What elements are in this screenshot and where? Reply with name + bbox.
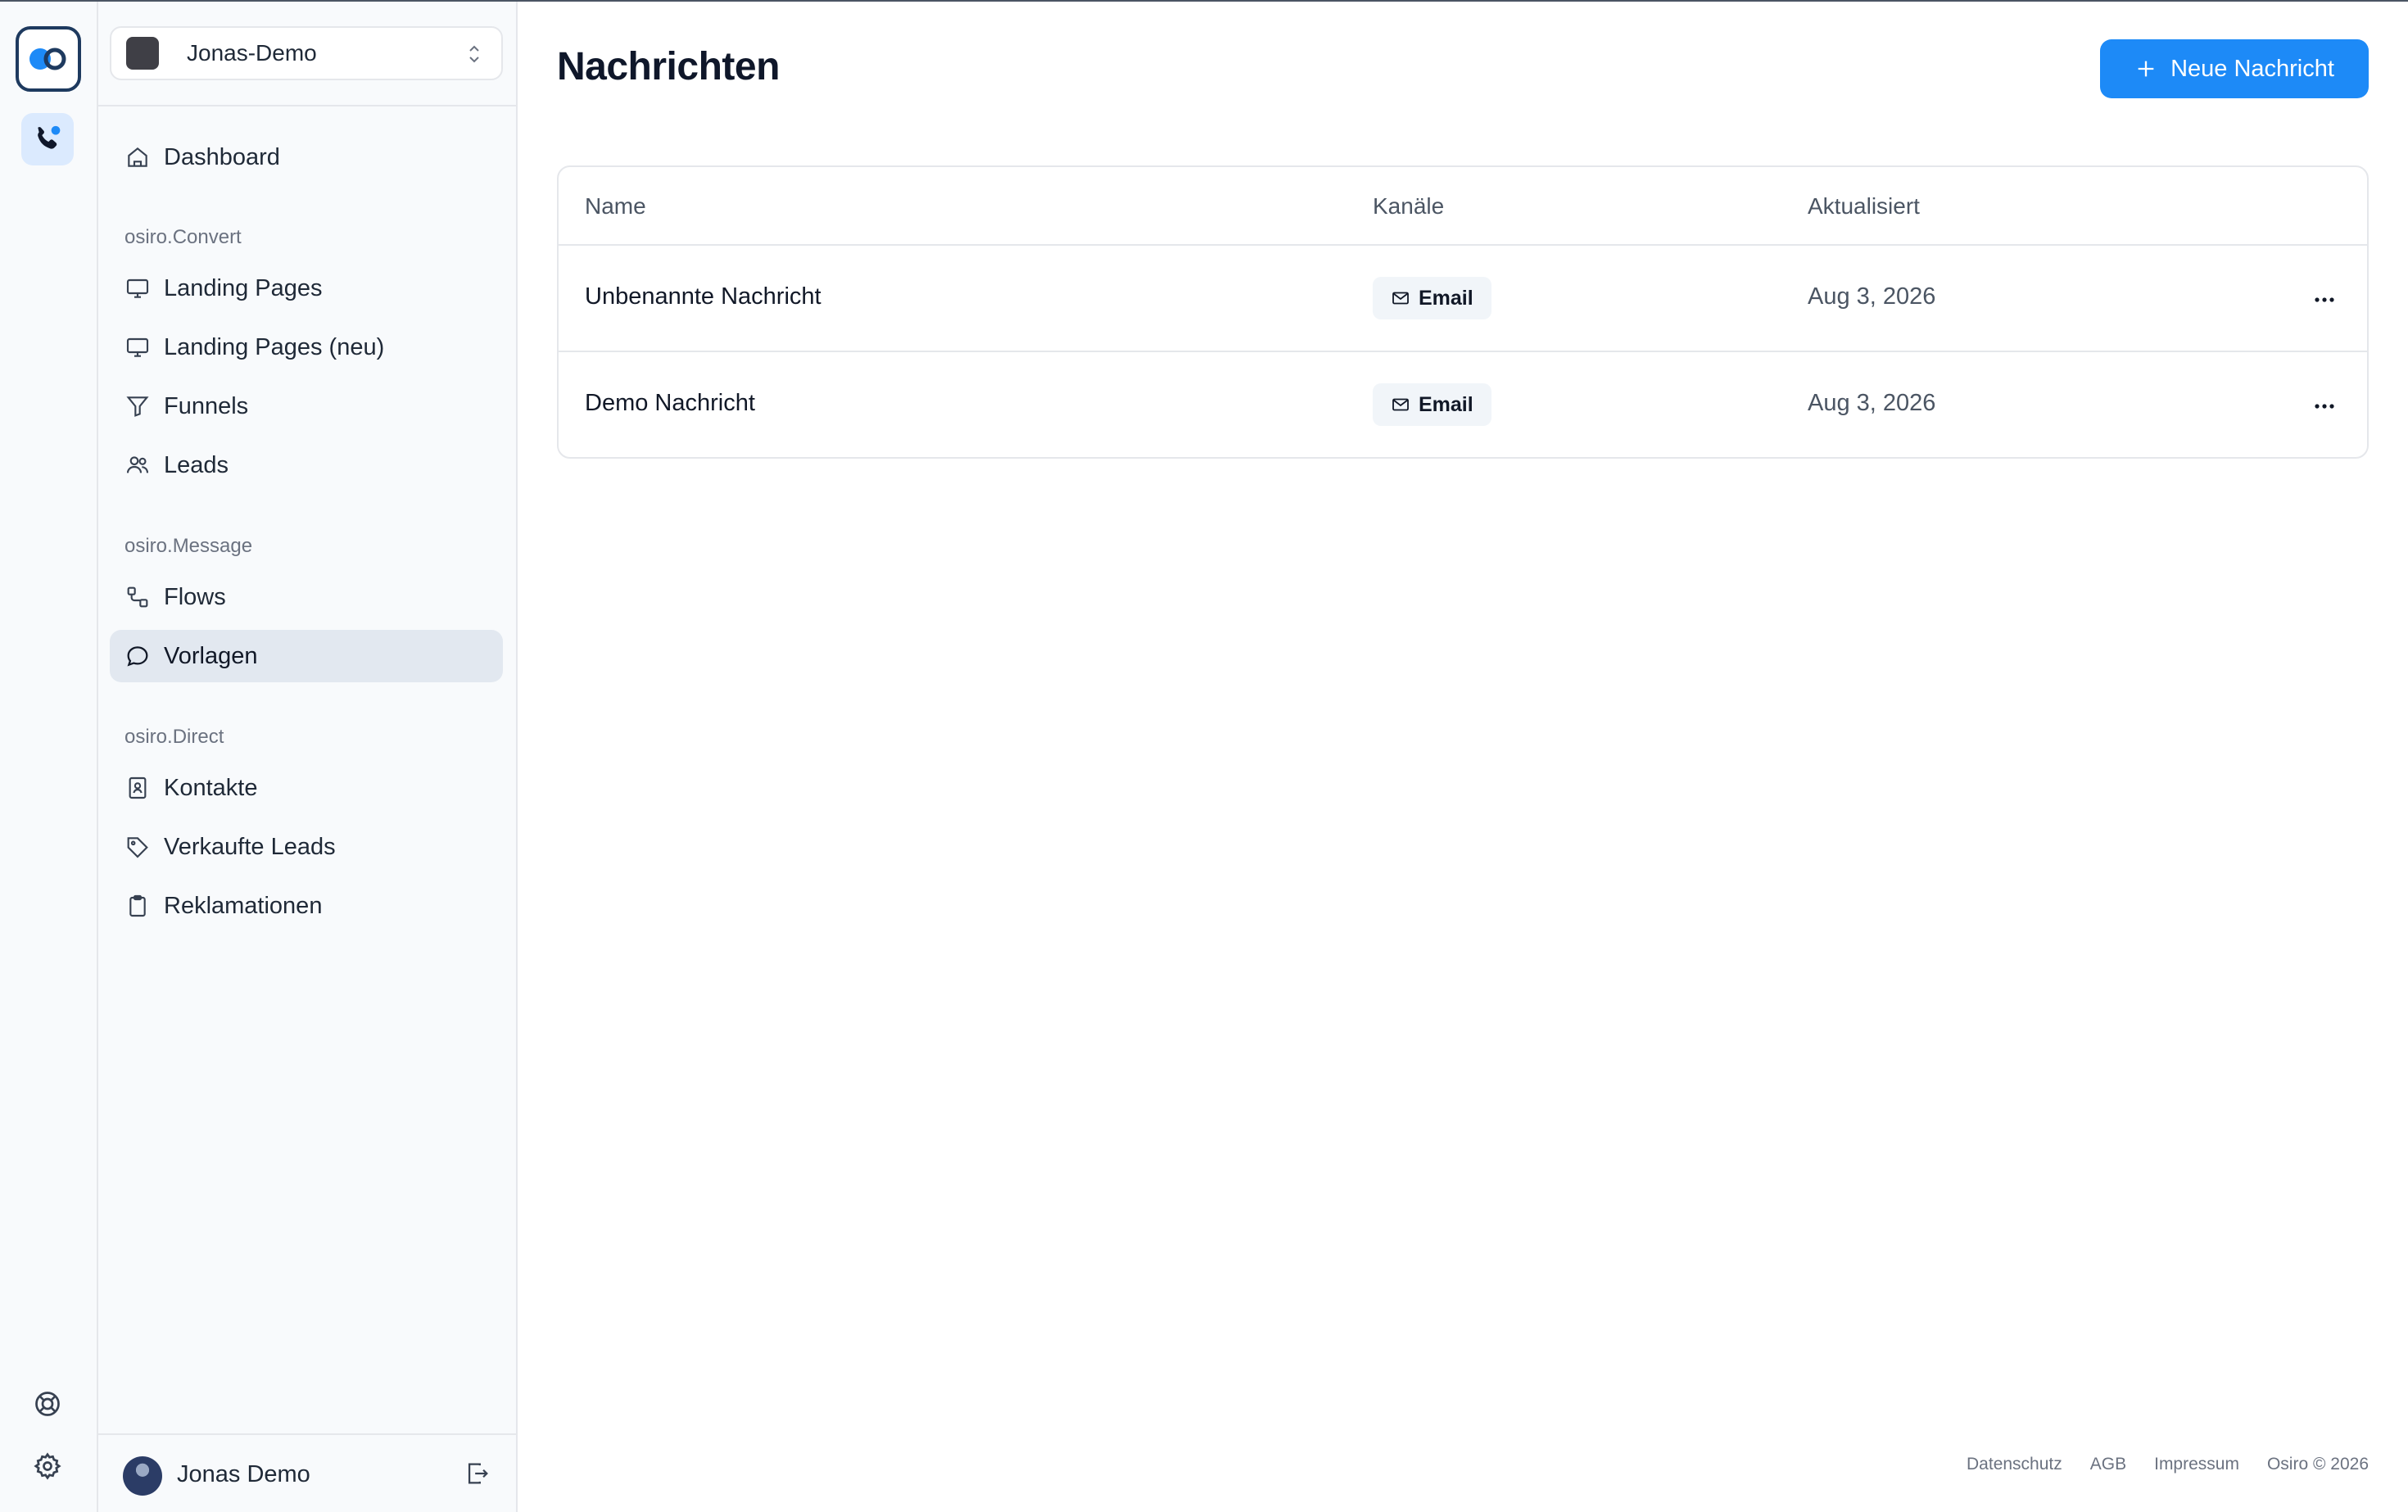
sidebar-item-label: Dashboard <box>164 143 280 170</box>
sidebar-item-leads[interactable]: Leads <box>110 439 503 491</box>
channel-badge: Email <box>1373 383 1491 426</box>
mail-icon <box>1392 398 1409 411</box>
phone-app-button[interactable] <box>21 113 74 165</box>
workspace-switcher[interactable]: Jonas-Demo <box>110 26 503 80</box>
logout-icon[interactable] <box>464 1460 491 1487</box>
updated-date: Aug 3, 2026 <box>1808 390 1936 416</box>
channel-badge: Email <box>1373 277 1491 319</box>
table-header: Name Kanäle Aktualisiert <box>559 167 2367 246</box>
sidebar-item-label: Flows <box>164 583 226 610</box>
sidebar-item-landing-pages-neu[interactable]: Landing Pages (neu) <box>110 321 503 373</box>
sidebar-item-label: Reklamationen <box>164 892 323 919</box>
sidebar-item-vorlagen[interactable]: Vorlagen <box>110 630 503 682</box>
message-name[interactable]: Demo Nachricht <box>585 390 755 417</box>
channel-label: Email <box>1419 392 1473 416</box>
sidebar-item-landing-pages[interactable]: Landing Pages <box>110 262 503 315</box>
home-icon <box>128 147 147 167</box>
sidebar-item-label: Landing Pages <box>164 274 323 301</box>
updated-date: Aug 3, 2026 <box>1808 283 1936 310</box>
sidebar: Jonas-Demo Dashboard osiro.Convert Landi… <box>98 2 518 1512</box>
user-menu: Jonas Demo <box>98 1433 516 1512</box>
page-title: Nachrichten <box>557 45 780 88</box>
plus-icon <box>2138 61 2154 77</box>
monitor-icon <box>126 337 149 357</box>
sidebar-divider <box>98 105 516 106</box>
table-row[interactable]: Unbenannte Nachricht Email Aug 3, 2026 <box>559 246 2367 352</box>
copyright-text: Osiro © 2026 <box>2266 1455 2369 1474</box>
new-message-label: Neue Nachricht <box>2170 55 2334 82</box>
mail-icon <box>1392 292 1409 305</box>
section-title-direct: osiro.Direct <box>124 726 224 748</box>
phone-icon <box>38 125 61 149</box>
sidebar-item-label: Leads <box>164 451 229 478</box>
new-message-button[interactable]: Neue Nachricht <box>2100 39 2369 98</box>
footer-links: Datenschutz AGB Impressum Osiro © 2026 <box>1967 1455 2369 1474</box>
gear-icon <box>34 1452 61 1480</box>
funnel-icon <box>126 396 149 417</box>
sidebar-item-label: Landing Pages (neu) <box>164 333 385 360</box>
table-row[interactable]: Demo Nachricht Email Aug 3, 2026 <box>559 352 2367 457</box>
user-name[interactable]: Jonas Demo <box>177 1461 310 1488</box>
sidebar-item-label: Kontakte <box>164 774 258 801</box>
imprint-link[interactable]: Impressum <box>2154 1455 2239 1474</box>
terms-link[interactable]: AGB <box>2090 1455 2126 1474</box>
monitor-icon <box>126 278 149 298</box>
sidebar-item-label: Funnels <box>164 392 249 419</box>
tag-icon <box>127 837 148 858</box>
sidebar-item-reklamationen[interactable]: Reklamationen <box>110 880 503 932</box>
flow-icon <box>127 586 148 608</box>
contact-book-icon <box>129 776 147 799</box>
privacy-link[interactable]: Datenschutz <box>1967 1455 2062 1474</box>
osiro-logo[interactable] <box>16 26 81 92</box>
messages-table: Name Kanäle Aktualisiert Unbenannte Nach… <box>557 165 2369 459</box>
settings-button[interactable] <box>31 1450 64 1483</box>
sidebar-item-flows[interactable]: Flows <box>110 571 503 623</box>
chat-bubble-icon <box>127 646 148 667</box>
message-name[interactable]: Unbenannte Nachricht <box>585 283 822 310</box>
more-horizontal-icon <box>2315 404 2334 409</box>
section-title-convert: osiro.Convert <box>124 226 242 248</box>
osiro-logo-icon <box>29 48 66 70</box>
app-rail <box>0 2 98 1512</box>
lifebuoy-icon <box>35 1392 60 1416</box>
sidebar-item-kontakte[interactable]: Kontakte <box>110 762 503 814</box>
sidebar-item-verkaufte-leads[interactable]: Verkaufte Leads <box>110 821 503 873</box>
workspace-avatar <box>126 37 159 70</box>
column-header-channels[interactable]: Kanäle <box>1373 193 1444 220</box>
sidebar-item-funnels[interactable]: Funnels <box>110 380 503 432</box>
chevron-up-down-icon <box>469 45 479 63</box>
app-window: Jonas-Demo Dashboard osiro.Convert Landi… <box>0 0 2408 1512</box>
sidebar-item-label: Vorlagen <box>164 642 258 669</box>
section-title-message: osiro.Message <box>124 535 253 557</box>
column-header-name[interactable]: Name <box>585 193 646 220</box>
sidebar-item-dashboard[interactable]: Dashboard <box>110 131 503 183</box>
row-actions-button[interactable] <box>2308 390 2341 423</box>
clipboard-icon <box>129 894 146 917</box>
avatar[interactable] <box>123 1456 162 1496</box>
more-horizontal-icon <box>2315 297 2334 302</box>
sidebar-item-label: Verkaufte Leads <box>164 833 336 860</box>
column-header-updated[interactable]: Aktualisiert <box>1808 193 1920 220</box>
channel-label: Email <box>1419 286 1473 310</box>
main-content: Nachrichten Neue Nachricht Name Kanäle A… <box>518 2 2408 1512</box>
row-actions-button[interactable] <box>2308 283 2341 316</box>
workspace-name: Jonas-Demo <box>187 40 317 66</box>
users-icon <box>126 456 149 473</box>
help-button[interactable] <box>31 1388 64 1420</box>
